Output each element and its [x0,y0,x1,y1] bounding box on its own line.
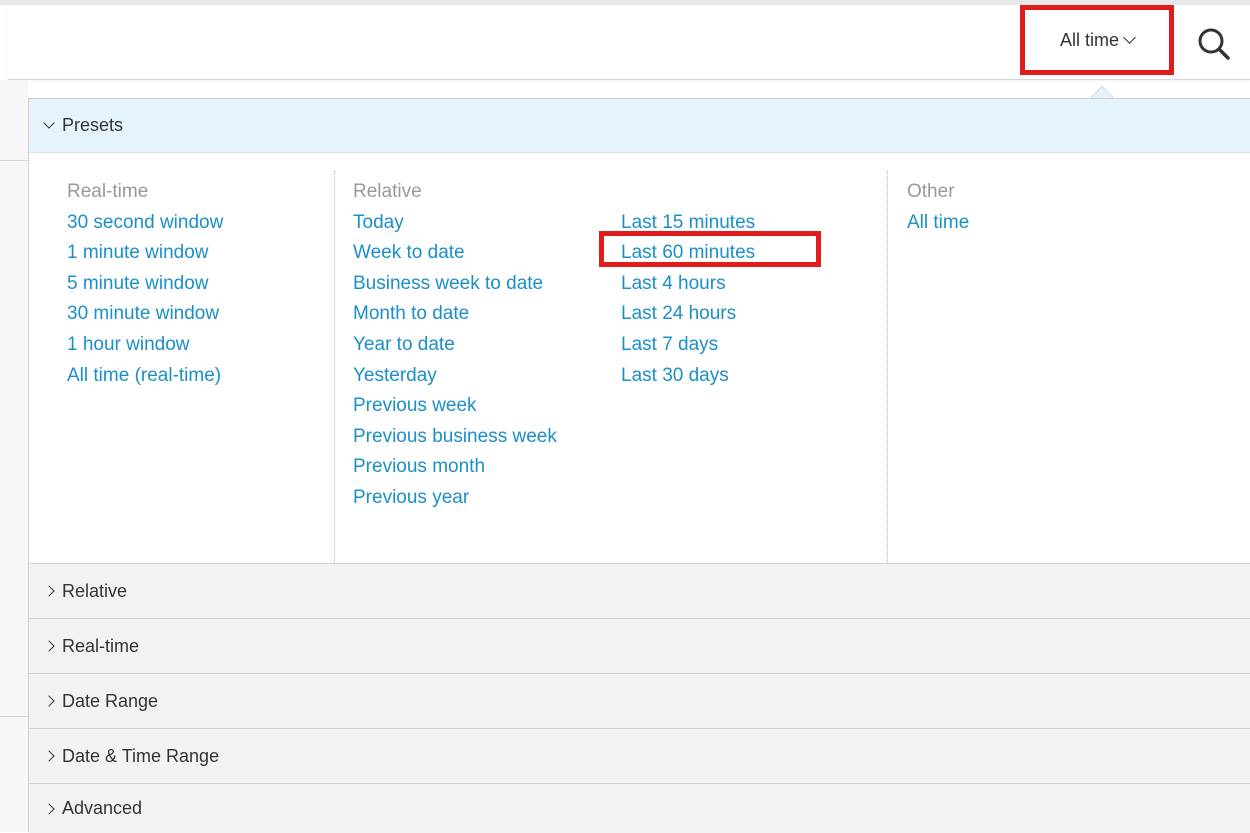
time-range-dropdown: Presets Real-time 30 second window 1 min… [28,98,1250,833]
preset-link[interactable]: All time (real-time) [67,361,223,392]
chevron-right-icon [43,750,55,762]
preset-link-last-60-minutes[interactable]: Last 60 minutes [621,238,755,269]
preset-link[interactable]: Last 4 hours [621,269,755,300]
preset-link[interactable]: All time [907,208,969,239]
preset-link[interactable]: 30 second window [67,208,223,239]
accordion-date-range[interactable]: Date Range [29,673,1250,728]
preset-link[interactable]: Today [353,208,557,239]
presets-header-label: Presets [62,115,124,135]
preset-link[interactable]: Business week to date [353,269,557,300]
preset-link[interactable]: Previous business week [353,422,557,453]
preset-link[interactable]: 30 minute window [67,299,223,330]
column-label: Other [907,181,955,202]
preset-link[interactable]: 1 minute window [67,238,223,269]
accordion-label: Relative [62,580,128,601]
preset-link[interactable]: Last 7 days [621,330,755,361]
preset-link[interactable]: Previous year [353,483,557,514]
chevron-right-icon [43,802,55,815]
time-range-label: All time [1059,29,1119,50]
accordion-advanced[interactable]: Advanced [29,783,1250,833]
preset-link[interactable]: Last 30 days [621,361,755,392]
search-button[interactable] [1178,12,1250,76]
preset-link[interactable]: Last 15 minutes [621,208,755,239]
search-icon [1198,28,1230,60]
preset-link[interactable]: Previous week [353,391,557,422]
accordion-label: Date Range [62,690,159,711]
accordion-label: Advanced [62,798,143,818]
preset-link[interactable]: Yesterday [353,361,557,392]
accordion-relative[interactable]: Relative [29,563,1250,618]
gutter-divider [0,160,28,161]
time-range-picker-button[interactable]: All time [1020,5,1174,75]
accordion-date-time-range[interactable]: Date & Time Range [29,728,1250,783]
preset-link[interactable]: 5 minute window [67,269,223,300]
other-presets-column: Other All time [907,177,969,238]
chevron-down-icon [1123,30,1136,44]
chevron-right-icon [43,585,55,597]
column-label: Real-time [67,181,149,202]
chevron-down-icon [43,117,55,129]
accordion-label: Real-time [62,635,140,656]
realtime-presets-column: Real-time 30 second window 1 minute wind… [67,177,223,391]
column-label: Relative [353,181,422,202]
page-background [0,80,28,832]
presets-section-header[interactable]: Presets [29,99,1250,153]
relative-presets-column: Relative Today Week to date Business wee… [353,177,557,514]
preset-link[interactable]: Last 24 hours [621,299,755,330]
preset-link[interactable]: Year to date [353,330,557,361]
preset-link[interactable]: Month to date [353,299,557,330]
preset-link[interactable]: Previous month [353,452,557,483]
preset-link[interactable]: Week to date [353,238,557,269]
relative-last-presets-column: Last 15 minutes Last 60 minutes Last 4 h… [621,208,755,392]
accordion-label: Date & Time Range [62,745,220,766]
preset-link[interactable]: 1 hour window [67,330,223,361]
accordion-real-time[interactable]: Real-time [29,618,1250,673]
chevron-right-icon [43,640,55,652]
chevron-right-icon [43,695,55,707]
gutter-divider [0,716,28,717]
